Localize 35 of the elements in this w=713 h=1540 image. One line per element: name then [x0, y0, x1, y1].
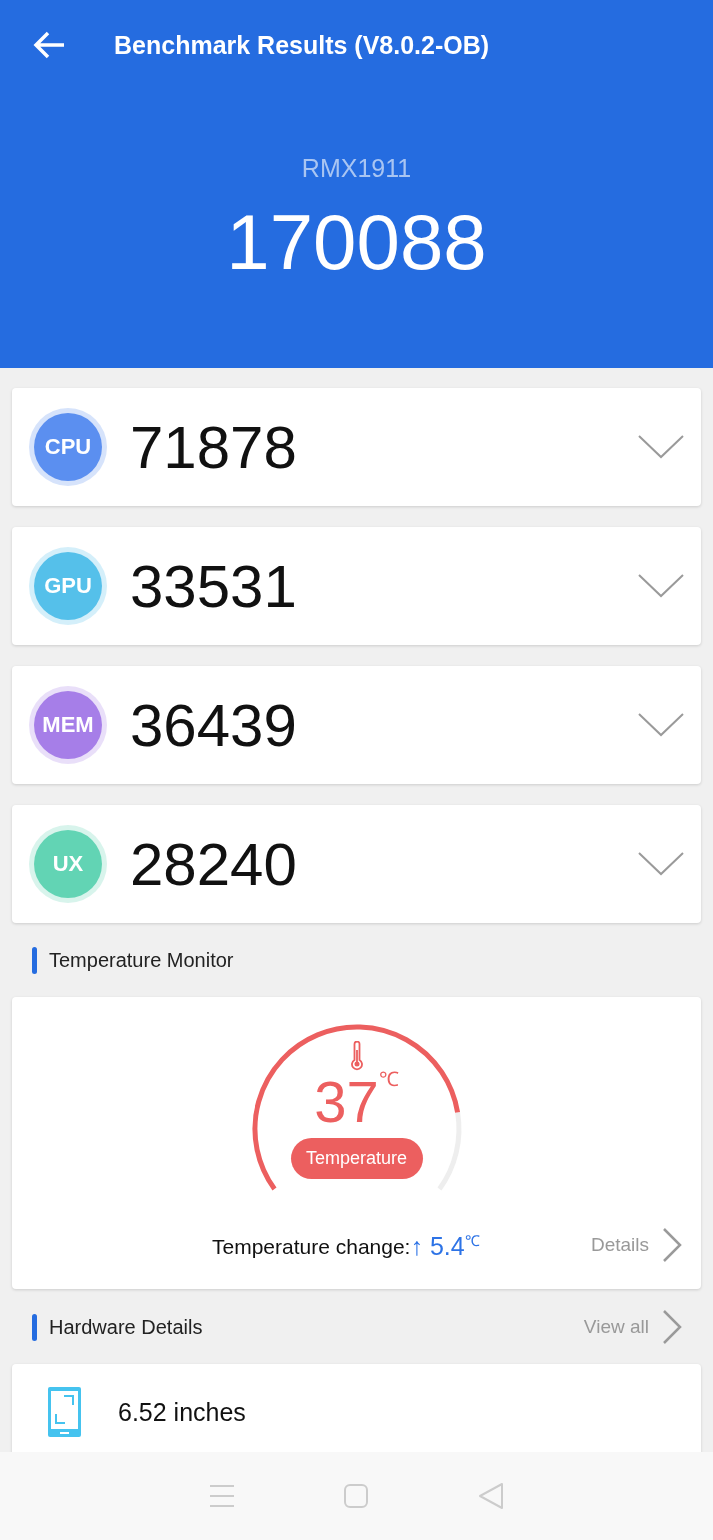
chevron-down-icon[interactable]	[637, 851, 685, 877]
section-marker	[32, 946, 37, 974]
chevron-down-icon[interactable]	[637, 434, 685, 460]
category-badge: UX	[34, 830, 102, 898]
score-card[interactable]: CPU 71878	[12, 388, 701, 506]
chevron-right-icon[interactable]	[661, 1309, 683, 1345]
section-heading: Hardware Details	[49, 1315, 204, 1339]
category-badge: MEM	[34, 691, 102, 759]
thermometer-icon	[348, 1041, 365, 1071]
score-card[interactable]: MEM 36439	[12, 666, 701, 784]
chevron-right-icon[interactable]	[661, 1227, 683, 1263]
section-heading: Temperature Monitor	[49, 948, 235, 972]
device-model: RMX1911	[300, 154, 413, 183]
category-badge: GPU	[34, 552, 102, 620]
chevron-down-icon[interactable]	[637, 573, 685, 599]
score-value: 33531	[130, 551, 298, 621]
score-card[interactable]: GPU 33531	[12, 527, 701, 645]
screen-title: Benchmark Results (V8.0.2-OB)	[114, 30, 490, 60]
temperature-label: Temperature	[290, 1138, 423, 1179]
chevron-down-icon[interactable]	[637, 712, 685, 738]
score-value: 28240	[130, 829, 298, 899]
back-icon[interactable]	[477, 1482, 504, 1510]
score-card[interactable]: UX 28240	[12, 805, 701, 923]
section-marker	[32, 1313, 37, 1341]
temperature-value: 37$^{℃}$	[313, 1073, 400, 1131]
temperature-change: Temperature change:↑ 5.4$^{℃}$	[212, 1230, 481, 1261]
phone-screen-icon	[48, 1387, 81, 1437]
total-score: 170088	[225, 197, 488, 288]
score-value: 36439	[130, 690, 298, 760]
menu-icon[interactable]	[209, 1484, 236, 1508]
score-value: 71878	[130, 412, 298, 482]
category-badge: CPU	[34, 413, 102, 481]
screen-size: 6.52 inches	[118, 1397, 246, 1427]
back-arrow-icon[interactable]	[32, 30, 66, 60]
home-icon[interactable]	[343, 1483, 370, 1509]
